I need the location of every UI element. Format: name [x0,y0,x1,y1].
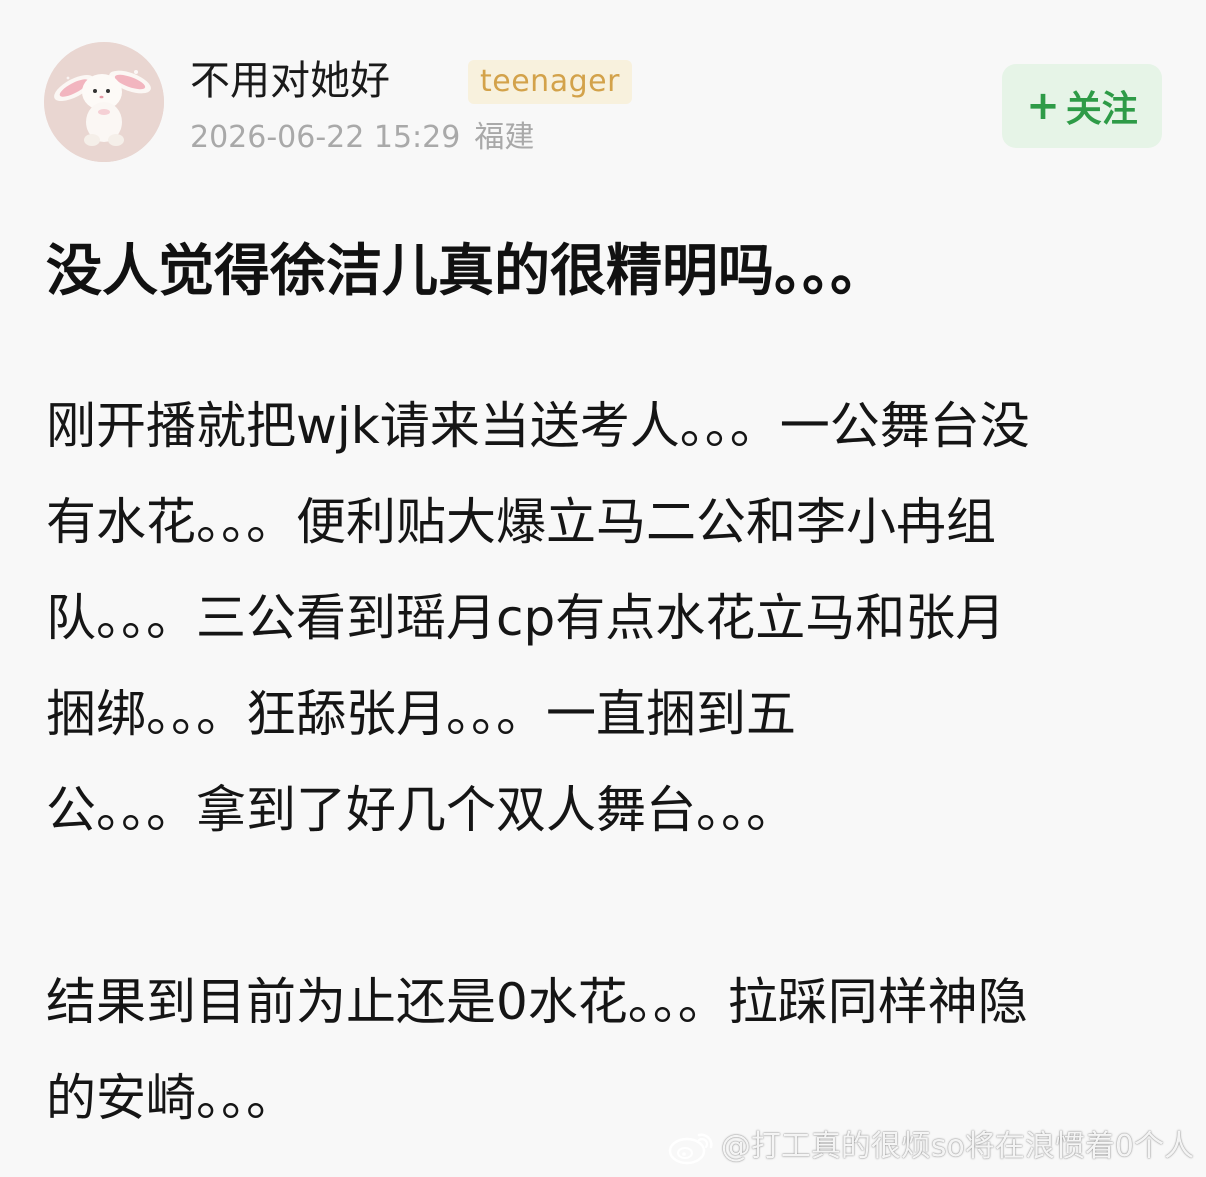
post-timestamp: 2026-06-22 15:29 [190,120,461,155]
watermark: @打工真的很烦so将在浪惯着0个人 [667,1127,1194,1167]
plush-bunny-icon [44,42,164,162]
post-location: 福建 [474,120,535,155]
username[interactable]: 不用对她好 [190,54,390,108]
plus-icon: + [1026,83,1060,129]
post-header: 不用对她好 teenager 2026-06-22 15:29 福建 + 关注 [44,42,1162,162]
post-line: 捆绑。。。狂舔张月。。。一直捆到五 [46,685,796,743]
follow-button-label: 关注 [1065,89,1138,130]
post-body: 刚开播就把wjk请来当送考人。。。一公舞台没 有水花。。。便利贴大爆立马二公和李… [46,378,1166,1146]
post-paragraph: 刚开播就把wjk请来当送考人。。。一公舞台没 有水花。。。便利贴大爆立马二公和李… [46,378,1166,858]
avatar[interactable] [44,42,164,162]
user-badge: teenager [468,60,632,104]
post-line: 有水花。。。便利贴大爆立马二公和李小冉组 [46,493,996,551]
post-line: 刚开播就把wjk请来当送考人。。。一公舞台没 [46,397,1030,455]
post-title: 没人觉得徐洁儿真的很精明吗。。。 [46,239,886,304]
post-line: 队。。。三公看到瑶月cp有点水花立马和张月 [46,589,1006,647]
watermark-text: @打工真的很烦so将在浪惯着0个人 [720,1129,1194,1164]
post-line: 结果到目前为止还是0水花。。。拉踩同样神隐 [46,973,1028,1031]
follow-button[interactable]: + 关注 [1002,64,1162,148]
weibo-icon [668,1133,713,1165]
post-paragraph: 结果到目前为止还是0水花。。。拉踩同样神隐 的安崎。。。 [46,954,1166,1146]
post-line: 公。。。拿到了好几个双人舞台。。。 [46,781,796,839]
post-meta: 2026-06-22 15:29 福建 [190,118,534,158]
